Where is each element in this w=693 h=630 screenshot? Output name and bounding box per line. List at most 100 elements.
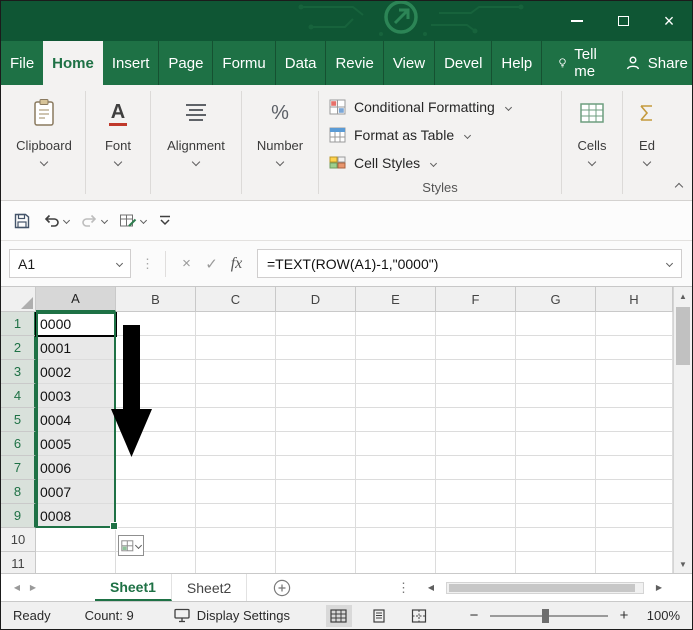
new-sheet-button[interactable] bbox=[273, 579, 291, 597]
cell-G7[interactable] bbox=[516, 456, 596, 480]
cell-F8[interactable] bbox=[436, 480, 516, 504]
insert-function-button[interactable]: fx bbox=[224, 255, 249, 273]
cell-C9[interactable] bbox=[196, 504, 276, 528]
row-header-3[interactable]: 3 bbox=[1, 360, 36, 384]
cell-A6[interactable]: 0005 bbox=[36, 432, 116, 456]
cell-C1[interactable] bbox=[196, 312, 276, 336]
cell-H7[interactable] bbox=[596, 456, 673, 480]
cell-G2[interactable] bbox=[516, 336, 596, 360]
cell-F6[interactable] bbox=[436, 432, 516, 456]
sheet-tab-sheet2[interactable]: Sheet2 bbox=[172, 574, 248, 601]
cell-A4[interactable]: 0003 bbox=[36, 384, 116, 408]
enter-button[interactable]: ✓ bbox=[199, 255, 224, 273]
cell-F1[interactable] bbox=[436, 312, 516, 336]
cell-G10[interactable] bbox=[516, 528, 596, 552]
cell-D10[interactable] bbox=[276, 528, 356, 552]
vertical-scroll-thumb[interactable] bbox=[676, 307, 690, 365]
cell-C5[interactable] bbox=[196, 408, 276, 432]
quick-command-button[interactable] bbox=[119, 213, 148, 229]
cell-F2[interactable] bbox=[436, 336, 516, 360]
cell-E3[interactable] bbox=[356, 360, 436, 384]
expand-formula-bar-icon[interactable] bbox=[665, 259, 674, 268]
tab-home[interactable]: Home bbox=[43, 41, 103, 85]
column-header-F[interactable]: F bbox=[436, 287, 516, 312]
cell-F3[interactable] bbox=[436, 360, 516, 384]
drag-handle-icon[interactable]: ⋮ bbox=[141, 256, 155, 272]
scroll-right-button[interactable]: ▶ bbox=[652, 583, 666, 592]
cell-E4[interactable] bbox=[356, 384, 436, 408]
cell-G5[interactable] bbox=[516, 408, 596, 432]
column-header-E[interactable]: E bbox=[356, 287, 436, 312]
row-header-11[interactable]: 11 bbox=[1, 552, 36, 573]
previous-sheet-button[interactable]: ◀ bbox=[9, 583, 25, 592]
tab-formulas[interactable]: Formu bbox=[213, 41, 276, 85]
tab-review[interactable]: Revie bbox=[326, 41, 384, 85]
undo-button[interactable] bbox=[43, 213, 71, 228]
cell-C8[interactable] bbox=[196, 480, 276, 504]
customize-qat-button[interactable] bbox=[158, 214, 172, 227]
cell-H5[interactable] bbox=[596, 408, 673, 432]
conditional-formatting-button[interactable]: Conditional Formatting bbox=[321, 93, 559, 121]
horizontal-scroll-thumb[interactable] bbox=[449, 583, 635, 592]
row-header-7[interactable]: 7 bbox=[1, 456, 36, 480]
row-header-5[interactable]: 5 bbox=[1, 408, 36, 432]
cell-C4[interactable] bbox=[196, 384, 276, 408]
column-header-A[interactable]: A bbox=[36, 287, 116, 312]
column-header-G[interactable]: G bbox=[516, 287, 596, 312]
row-header-2[interactable]: 2 bbox=[1, 336, 36, 360]
row-header-10[interactable]: 10 bbox=[1, 528, 36, 552]
row-header-8[interactable]: 8 bbox=[1, 480, 36, 504]
cell-H1[interactable] bbox=[596, 312, 673, 336]
zoom-slider[interactable] bbox=[490, 608, 608, 623]
next-sheet-button[interactable]: ▶ bbox=[25, 583, 41, 592]
cell-D4[interactable] bbox=[276, 384, 356, 408]
vertical-scrollbar[interactable]: ▲ ▼ bbox=[673, 287, 692, 573]
cell-H6[interactable] bbox=[596, 432, 673, 456]
cell-E2[interactable] bbox=[356, 336, 436, 360]
cell-F9[interactable] bbox=[436, 504, 516, 528]
cell-F4[interactable] bbox=[436, 384, 516, 408]
zoom-out-button[interactable]: − bbox=[467, 607, 481, 624]
cell-G4[interactable] bbox=[516, 384, 596, 408]
row-header-1[interactable]: 1 bbox=[1, 312, 36, 336]
cell-E11[interactable] bbox=[356, 552, 436, 573]
cell-F11[interactable] bbox=[436, 552, 516, 573]
cell-E8[interactable] bbox=[356, 480, 436, 504]
cell-D1[interactable] bbox=[276, 312, 356, 336]
cell-A11[interactable] bbox=[36, 552, 116, 573]
column-header-B[interactable]: B bbox=[116, 287, 196, 312]
cell-G8[interactable] bbox=[516, 480, 596, 504]
cell-F7[interactable] bbox=[436, 456, 516, 480]
tell-me-button[interactable]: Tell me bbox=[548, 41, 613, 85]
cell-A7[interactable]: 0006 bbox=[36, 456, 116, 480]
cell-H9[interactable] bbox=[596, 504, 673, 528]
cell-A1[interactable]: 0000 bbox=[35, 312, 117, 337]
tab-file[interactable]: File bbox=[1, 41, 43, 85]
cell-G9[interactable] bbox=[516, 504, 596, 528]
save-button[interactable] bbox=[13, 212, 31, 230]
cell-G3[interactable] bbox=[516, 360, 596, 384]
zoom-slider-thumb[interactable] bbox=[542, 608, 549, 623]
share-button[interactable]: Share bbox=[613, 41, 692, 85]
column-header-H[interactable]: H bbox=[596, 287, 673, 312]
cell-C11[interactable] bbox=[196, 552, 276, 573]
row-header-4[interactable]: 4 bbox=[1, 384, 36, 408]
cell-B7[interactable] bbox=[116, 456, 196, 480]
cell-C10[interactable] bbox=[196, 528, 276, 552]
format-as-table-button[interactable]: Format as Table bbox=[321, 121, 559, 149]
column-header-C[interactable]: C bbox=[196, 287, 276, 312]
cell-G11[interactable] bbox=[516, 552, 596, 573]
cell-H11[interactable] bbox=[596, 552, 673, 573]
maximize-button[interactable] bbox=[600, 1, 646, 41]
cell-D2[interactable] bbox=[276, 336, 356, 360]
cell-E5[interactable] bbox=[356, 408, 436, 432]
scroll-up-button[interactable]: ▲ bbox=[674, 287, 692, 305]
cell-E9[interactable] bbox=[356, 504, 436, 528]
cell-C2[interactable] bbox=[196, 336, 276, 360]
cell-E6[interactable] bbox=[356, 432, 436, 456]
cell-H3[interactable] bbox=[596, 360, 673, 384]
cell-A9[interactable]: 0008 bbox=[36, 504, 116, 528]
formula-input[interactable]: =TEXT(ROW(A1)-1,"0000") bbox=[257, 249, 682, 278]
cell-A3[interactable]: 0002 bbox=[36, 360, 116, 384]
tab-data[interactable]: Data bbox=[276, 41, 327, 85]
